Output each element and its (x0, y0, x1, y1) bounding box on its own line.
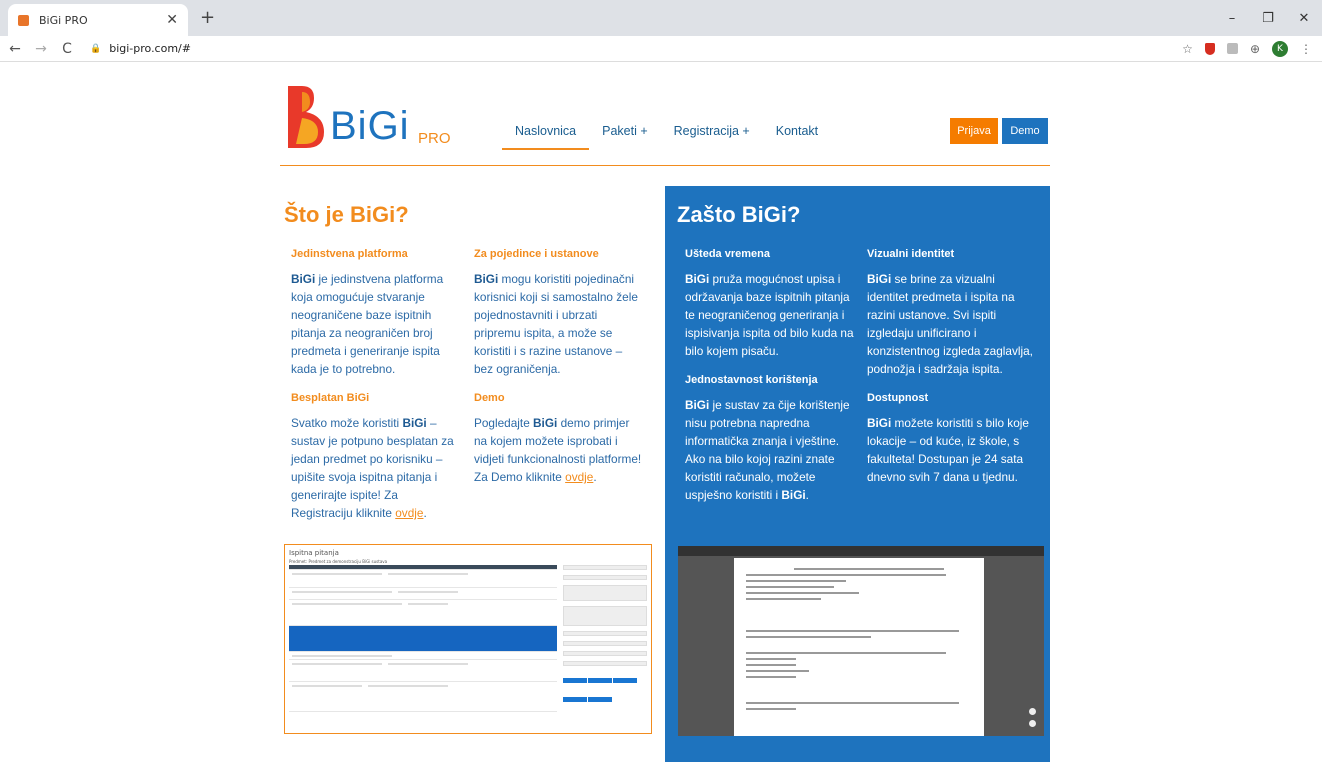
back-arrow-icon[interactable]: ← (4, 41, 26, 57)
browser-tabbar: BiGi PRO ✕ + – ❐ ✕ (0, 0, 1322, 36)
demo-button[interactable]: Demo (1002, 118, 1048, 144)
browser-tab[interactable]: BiGi PRO ✕ (8, 4, 188, 36)
shield-extension-icon[interactable] (1204, 42, 1215, 55)
forward-arrow-icon[interactable]: → (30, 41, 52, 57)
star-icon[interactable]: ☆ (1182, 42, 1193, 56)
left-col-1: Jedinstvena platforma BiGi je jedinstven… (291, 248, 461, 522)
registration-link[interactable]: ovdje (395, 506, 423, 520)
site-logo[interactable]: BiGi PRO (284, 82, 454, 152)
right-col-1: Ušteda vremena BiGi pruža mogućnost upis… (685, 248, 855, 504)
paragraph: BiGi možete koristiti s bilo koje lokaci… (867, 416, 1029, 484)
app-screenshot-image: Ispitna pitanja Predmet: Predmet za demo… (284, 544, 652, 734)
paragraph: BiGi se brine za vizualni identitet pred… (867, 272, 1033, 376)
paragraph: Svatko može koristiti BiGi – sustav je p… (291, 416, 454, 520)
nav-item-kontakt[interactable]: Kontakt (763, 124, 831, 150)
paragraph: BiGi mogu koristiti pojedinačni korisnic… (474, 272, 638, 376)
url-text: bigi-pro.com/# (109, 42, 191, 55)
subheading: Jedinstvena platforma (291, 248, 408, 260)
exam-pdf-screenshot-image (678, 546, 1044, 736)
paragraph: Pogledajte BiGi demo primjer na kojem mo… (474, 416, 642, 484)
reload-icon[interactable]: C (56, 41, 78, 57)
left-col-2: Za pojedince i ustanove BiGi mogu korist… (474, 248, 644, 486)
menu-icon[interactable]: ⋮ (1300, 42, 1312, 56)
nav-item-paketi[interactable]: Paketi + (589, 124, 661, 150)
page-content: BiGi PRO Naslovnica Paketi + Registracij… (0, 62, 1322, 762)
paragraph: BiGi pruža mogućnost upisa i održavanja … (685, 272, 854, 358)
screenshot-title: Ispitna pitanja (289, 549, 339, 557)
main-nav: Naslovnica Paketi + Registracija + Konta… (502, 124, 831, 150)
close-window-button[interactable]: ✕ (1286, 0, 1322, 36)
extension-icon[interactable] (1226, 43, 1238, 54)
tab-title: BiGi PRO (39, 13, 88, 27)
subheading: Besplatan BiGi (291, 392, 370, 404)
screenshot-sidebar (563, 565, 647, 709)
favicon-icon (18, 14, 29, 26)
screenshot-table (289, 565, 557, 712)
nav-item-registracija[interactable]: Registracija + (661, 124, 763, 150)
paragraph: BiGi je sustav za čije korištenje nisu p… (685, 398, 850, 502)
subheading: Jednostavnost korištenja (685, 374, 818, 386)
extensions-area: ☆ ⊕ K ⋮ (1182, 40, 1312, 57)
logo-suffix: PRO (418, 130, 451, 147)
section-title: Zašto BiGi? (677, 202, 801, 227)
address-bar: ← → C 🔒 bigi-pro.com/# ☆ ⊕ K ⋮ (0, 36, 1322, 62)
close-tab-icon[interactable]: ✕ (166, 12, 178, 28)
window-controls: – ❐ ✕ (1214, 0, 1322, 36)
logo-b-icon (288, 86, 324, 148)
demo-link[interactable]: ovdje (565, 470, 593, 484)
screenshot-subtitle: Predmet: Predmet za demonstraciju BiGi s… (289, 559, 388, 564)
subheading: Demo (474, 392, 505, 404)
right-col-2: Vizualni identitet BiGi se brine za vizu… (867, 248, 1037, 486)
profile-avatar[interactable]: K (1272, 40, 1288, 57)
site-header: BiGi PRO Naslovnica Paketi + Registracij… (280, 78, 1050, 166)
nav-item-naslovnica[interactable]: Naslovnica (502, 124, 590, 150)
restore-button[interactable]: ❐ (1250, 0, 1286, 36)
logo-text: BiGi (330, 104, 410, 148)
subheading: Za pojedince i ustanove (474, 248, 599, 260)
login-button[interactable]: Prijava (950, 118, 998, 144)
new-tab-button[interactable]: + (200, 7, 215, 28)
minimize-button[interactable]: – (1214, 0, 1250, 36)
subheading: Dostupnost (867, 392, 929, 404)
url-field[interactable]: 🔒 bigi-pro.com/# (90, 42, 1182, 55)
lock-icon: 🔒 (90, 43, 102, 54)
paragraph: BiGi je jedinstvena platforma koja omogu… (291, 272, 444, 376)
subheading: Vizualni identitet (867, 248, 955, 260)
section-title: Što je BiGi? (284, 202, 409, 227)
subheading: Ušteda vremena (685, 248, 770, 260)
pdf-page (734, 558, 984, 736)
globe-icon[interactable]: ⊕ (1250, 42, 1260, 56)
